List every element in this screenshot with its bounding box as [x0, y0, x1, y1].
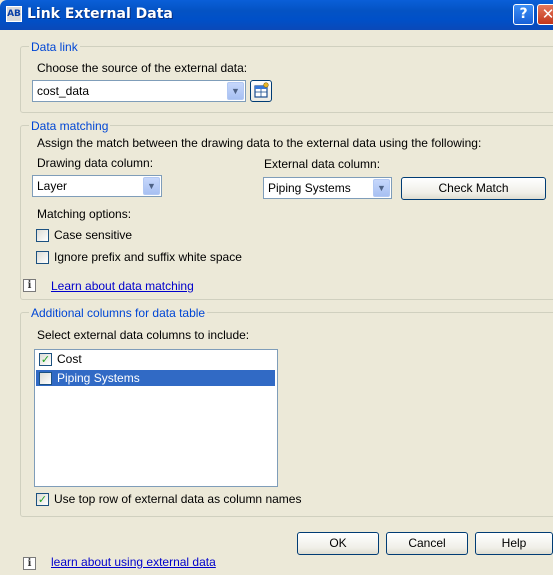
data-source-value: cost_data	[37, 84, 90, 98]
chevron-down-icon[interactable]: ▼	[227, 82, 244, 100]
external-column-combo[interactable]: Piping Systems ▼	[263, 177, 392, 199]
piping-systems-checkbox[interactable]	[39, 372, 52, 385]
link-manager-button[interactable]	[250, 80, 272, 102]
list-item-label: Piping Systems	[57, 371, 140, 385]
window-title: Link External Data	[27, 6, 173, 22]
columns-list[interactable]: ✓ Cost Piping Systems	[34, 349, 278, 487]
close-icon[interactable]: ✕	[537, 4, 553, 25]
title-bar[interactable]: AB Link External Data ? ✕	[0, 0, 553, 30]
chevron-down-icon[interactable]: ▼	[143, 177, 160, 195]
data-source-combo[interactable]: cost_data ▼	[32, 80, 246, 102]
drawing-column-label: Drawing data column:	[37, 156, 154, 170]
info-icon: i	[23, 557, 36, 570]
case-sensitive-label: Case sensitive	[54, 228, 133, 242]
cost-checkbox[interactable]: ✓	[39, 353, 52, 366]
learn-data-matching-link[interactable]: Learn about data matching	[51, 279, 194, 293]
drawing-column-combo[interactable]: Layer ▼	[32, 175, 162, 197]
ok-button[interactable]: OK	[297, 532, 379, 555]
app-icon: AB	[6, 6, 22, 22]
link-manager-icon	[254, 82, 269, 98]
case-sensitive-checkbox[interactable]	[36, 229, 49, 242]
data-matching-group-title: Data matching	[29, 119, 111, 133]
use-top-row-checkbox[interactable]: ✓	[36, 493, 49, 506]
additional-columns-group-title: Additional columns for data table	[29, 306, 208, 320]
columns-prompt: Select external data columns to include:	[37, 328, 250, 342]
help-button[interactable]: Help	[475, 532, 553, 555]
cancel-button[interactable]: Cancel	[386, 532, 468, 555]
help-icon[interactable]: ?	[513, 4, 534, 25]
check-match-button[interactable]: Check Match	[401, 177, 546, 200]
ignore-whitespace-label: Ignore prefix and suffix white space	[54, 250, 242, 264]
list-item[interactable]: Piping Systems	[36, 370, 275, 386]
external-column-label: External data column:	[264, 157, 381, 171]
external-column-value: Piping Systems	[268, 181, 351, 195]
use-top-row-label: Use top row of external data as column n…	[54, 492, 302, 506]
data-matching-description: Assign the match between the drawing dat…	[37, 136, 482, 150]
learn-external-data-link[interactable]: learn about using external data	[51, 555, 216, 569]
ignore-whitespace-checkbox[interactable]	[36, 251, 49, 264]
drawing-column-value: Layer	[37, 179, 68, 193]
chevron-down-icon[interactable]: ▼	[373, 179, 390, 197]
data-link-group-title: Data link	[29, 40, 80, 54]
list-item-label: Cost	[57, 352, 82, 366]
data-source-prompt: Choose the source of the external data:	[37, 61, 248, 75]
matching-options-label: Matching options:	[37, 207, 132, 221]
info-icon: i	[23, 279, 36, 292]
list-item[interactable]: ✓ Cost	[36, 351, 275, 367]
